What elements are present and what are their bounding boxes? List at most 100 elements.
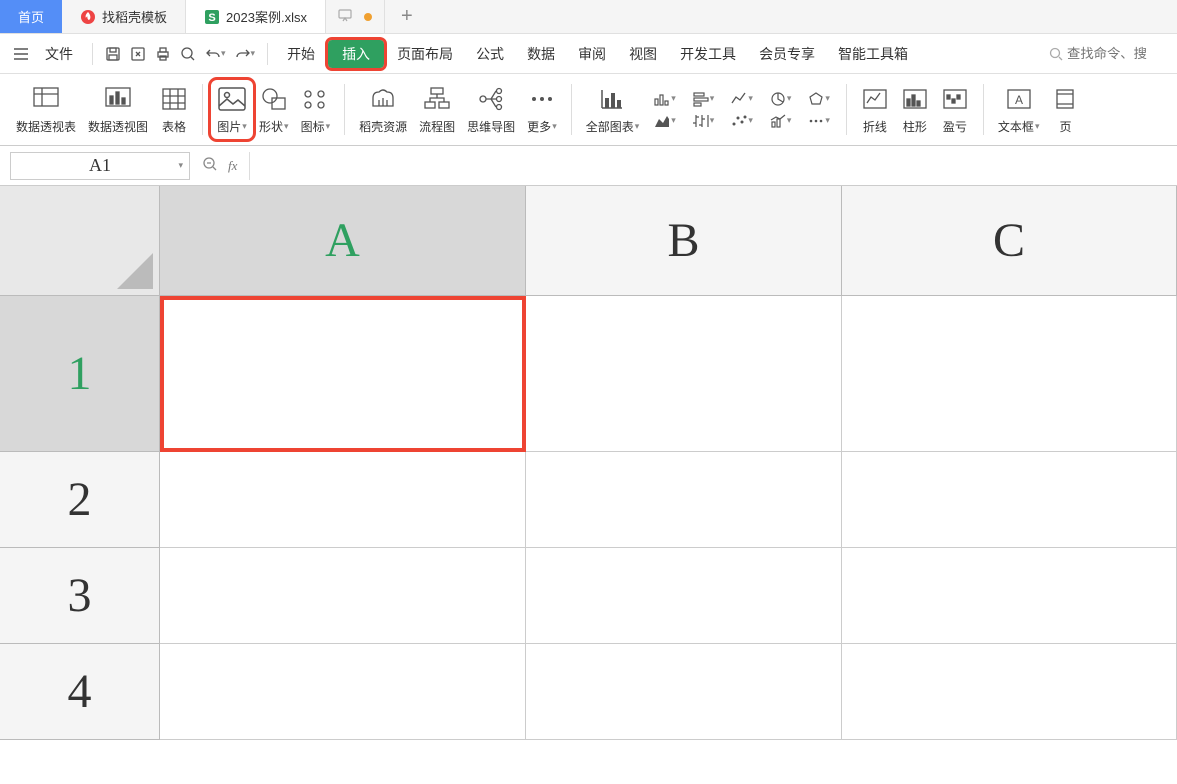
cell-A1[interactable] (160, 296, 526, 452)
docer-resource-button[interactable]: 稻壳资源 (353, 80, 413, 139)
chart-hbar-icon[interactable]: ▾ (688, 89, 719, 109)
print-icon[interactable] (152, 42, 174, 66)
tab-active-label: 2023案例.xlsx (226, 7, 307, 26)
formula-bar: A1 ▾ fx (0, 146, 1177, 186)
column-header-C[interactable]: C (842, 186, 1177, 296)
header-footer-button[interactable]: 页 (1045, 80, 1085, 139)
ribbon: 数据透视表 数据透视图 表格 图片▾ 形状▾ 图标▾ 稻壳资源 (0, 74, 1177, 146)
cell-C3[interactable] (842, 548, 1177, 644)
chevron-down-icon: ▾ (178, 160, 183, 171)
menu-tab-review[interactable]: 审阅 (568, 40, 616, 68)
tab-add-button[interactable]: + (385, 0, 429, 33)
docer-resource-icon (369, 84, 397, 114)
chart-more-icon[interactable]: ▾ (803, 111, 834, 131)
row-header-1[interactable]: 1 (0, 296, 160, 452)
menu-tab-view[interactable]: 视图 (619, 40, 667, 68)
save-icon[interactable] (102, 42, 124, 66)
textbox-button[interactable]: A 文本框▾ (992, 80, 1046, 139)
tab-home[interactable]: 首页 (0, 0, 62, 33)
icons-icon (301, 84, 329, 114)
save-as-icon[interactable] (127, 42, 149, 66)
more-button[interactable]: 更多▾ (521, 80, 563, 139)
cell-B1[interactable] (526, 296, 842, 452)
pivot-table-button[interactable]: 数据透视表 (10, 80, 82, 139)
tab-active-file[interactable]: S 2023案例.xlsx (186, 0, 326, 33)
cell-A2[interactable] (160, 452, 526, 548)
table-button[interactable]: 表格 (154, 80, 194, 139)
tab-home-label: 首页 (18, 7, 44, 26)
chart-combo-icon[interactable]: ▾ (765, 111, 796, 131)
chart-radar-icon[interactable]: ▾ (803, 89, 834, 109)
spreadsheet-grid: ABC 1234 (0, 186, 1177, 746)
row-header-3[interactable]: 3 (0, 548, 160, 644)
cell-reference: A1 (89, 155, 111, 176)
chart-bar-icon[interactable]: ▾ (649, 89, 680, 109)
sparkline-winloss-icon (942, 84, 968, 114)
sparkline-line-icon (862, 84, 888, 114)
flame-icon (80, 9, 96, 25)
mindmap-button[interactable]: 思维导图 (461, 80, 521, 139)
icons-button[interactable]: 图标▾ (295, 80, 337, 139)
chart-area-icon[interactable]: ▾ (649, 111, 680, 131)
tab-templates[interactable]: 找稻壳模板 (62, 0, 186, 33)
cell-A3[interactable] (160, 548, 526, 644)
shapes-button[interactable]: 形状▾ (253, 80, 295, 139)
more-icon (529, 84, 555, 114)
svg-text:A: A (1015, 93, 1023, 107)
print-preview-icon[interactable] (177, 42, 199, 66)
all-charts-button[interactable]: 全部图表▾ (580, 80, 646, 139)
menu-tab-member[interactable]: 会员专享 (749, 40, 825, 68)
search-field[interactable] (1067, 46, 1167, 61)
sparkline-column-button[interactable]: 柱形 (895, 80, 935, 139)
menu-file[interactable]: 文件 (35, 40, 83, 68)
row-header-2[interactable]: 2 (0, 452, 160, 548)
table-icon (161, 84, 187, 114)
fx-icon[interactable]: fx (228, 158, 237, 174)
row-header-4[interactable]: 4 (0, 644, 160, 740)
chart-pie-icon[interactable]: ▾ (765, 89, 796, 109)
tab-templates-label: 找稻壳模板 (102, 7, 167, 26)
menu-tab-smarttools[interactable]: 智能工具箱 (828, 40, 918, 68)
menu-tab-insert[interactable]: 插入 (328, 40, 384, 68)
formula-input[interactable] (249, 152, 1167, 180)
cell-B2[interactable] (526, 452, 842, 548)
select-all-corner[interactable] (0, 186, 160, 296)
chart-scatter-icon[interactable]: ▾ (726, 111, 757, 131)
chart-line-icon[interactable]: ▾ (726, 89, 757, 109)
mindmap-icon (477, 84, 505, 114)
sparkline-winloss-button[interactable]: 盈亏 (935, 80, 975, 139)
shapes-icon (260, 84, 288, 114)
redo-button[interactable]: ▾ (232, 43, 259, 65)
zoom-out-icon[interactable] (202, 156, 218, 175)
sparkline-line-button[interactable]: 折线 (855, 80, 895, 139)
cell-C1[interactable] (842, 296, 1177, 452)
menu-tab-formula[interactable]: 公式 (466, 40, 514, 68)
pivot-chart-button[interactable]: 数据透视图 (82, 80, 154, 139)
column-header-B[interactable]: B (526, 186, 842, 296)
presentation-icon[interactable] (338, 8, 352, 25)
column-header-A[interactable]: A (160, 186, 526, 296)
search-input[interactable] (1049, 46, 1167, 61)
textbox-icon: A (1006, 84, 1032, 114)
flowchart-button[interactable]: 流程图 (413, 80, 461, 139)
name-box[interactable]: A1 ▾ (10, 152, 190, 180)
menu-tab-pagelayout[interactable]: 页面布局 (387, 40, 463, 68)
sheet-icon: S (204, 9, 220, 25)
cell-B3[interactable] (526, 548, 842, 644)
undo-button[interactable]: ▾ (202, 43, 229, 65)
menu-tab-start[interactable]: 开始 (277, 40, 325, 68)
picture-icon (217, 84, 247, 114)
menu-tab-devtools[interactable]: 开发工具 (670, 40, 746, 68)
picture-button[interactable]: 图片▾ (211, 80, 253, 139)
header-footer-icon (1055, 84, 1075, 114)
chart-stock-icon[interactable]: ▾ (688, 111, 719, 131)
cell-C4[interactable] (842, 644, 1177, 740)
cell-B4[interactable] (526, 644, 842, 740)
svg-text:S: S (208, 12, 215, 24)
cell-A4[interactable] (160, 644, 526, 740)
hamburger-icon[interactable] (10, 43, 32, 65)
all-charts-icon (598, 84, 626, 114)
tab-status (326, 0, 385, 33)
menu-tab-data[interactable]: 数据 (517, 40, 565, 68)
cell-C2[interactable] (842, 452, 1177, 548)
